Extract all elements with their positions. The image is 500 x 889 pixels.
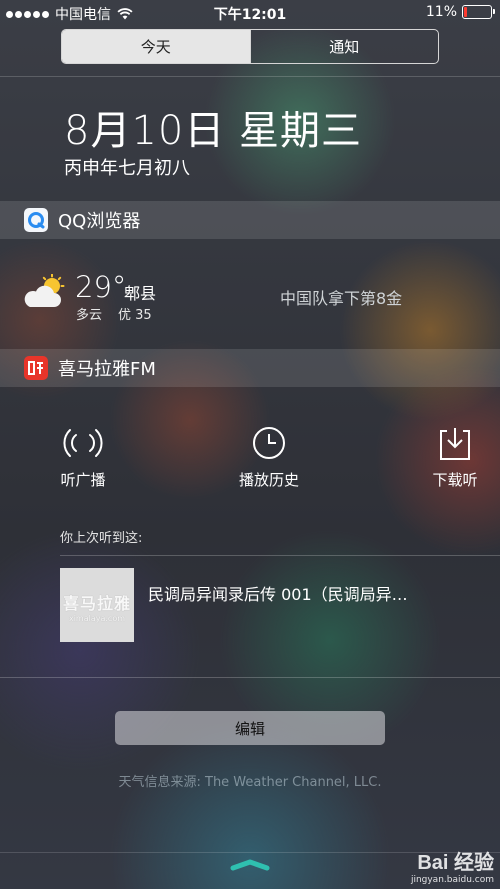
cover-url-text: ximalaya.com [68, 614, 126, 623]
city-name: 郫县 [124, 284, 157, 303]
status-bar: 中国电信 下午12:01 11% [0, 0, 500, 26]
weather-source-text: 天气信息来源: The Weather Channel, LLC. [118, 775, 382, 790]
download-button[interactable]: 下载听 [400, 425, 500, 490]
chevron-up-icon[interactable] [229, 858, 271, 872]
weather-condition: 多云 [76, 308, 103, 323]
divider [0, 677, 500, 678]
widget-title: QQ浏览器 [58, 211, 141, 232]
download-icon [440, 428, 470, 460]
broadcast-label: 听广播 [60, 471, 106, 489]
partly-cloudy-icon [24, 274, 65, 307]
ximalaya-icon [24, 356, 48, 380]
play-history-label: 播放历史 [238, 471, 299, 489]
baidu-jingyan-watermark: Bai 经验 jingyan.baidu.com [411, 846, 494, 885]
battery-level [464, 7, 467, 17]
qq-browser-widget-header[interactable]: QQ浏览器 [0, 201, 500, 239]
battery-icon [462, 5, 495, 19]
divider [0, 76, 500, 77]
today-notifications-tabs: 今天 通知 [61, 29, 439, 64]
qq-browser-icon [24, 208, 48, 232]
news-headline[interactable]: 中国队拿下第8金 [280, 285, 402, 309]
tab-today[interactable]: 今天 [62, 30, 250, 63]
play-history-button[interactable]: 播放历史 [214, 425, 324, 490]
tab-notifications[interactable]: 通知 [249, 30, 439, 63]
battery-percent: 11% [425, 4, 457, 20]
broadcast-button[interactable]: 听广播 [28, 425, 138, 490]
date-heading: 8月10日 星期三 [64, 108, 363, 154]
watermark-logo: Bai 经验 [417, 852, 494, 874]
cover-brand-text: 喜马拉雅 [62, 594, 131, 613]
watermark-url: jingyan.baidu.com [410, 875, 494, 885]
track-cover-image[interactable]: 喜马拉雅 ximalaya.com [60, 568, 134, 642]
widget-title: 喜马拉雅FM [58, 359, 156, 380]
lunar-date: 丙申年七月初八 [64, 158, 190, 179]
clock-icon [253, 427, 285, 459]
ximalaya-widget-header[interactable]: 喜马拉雅FM [0, 349, 500, 387]
air-quality: 优 35 [118, 308, 152, 323]
last-listened-label: 你上次听到这: [60, 531, 143, 546]
edit-button[interactable]: 编辑 [115, 711, 385, 745]
temperature: 29° [75, 270, 127, 304]
broadcast-icon [63, 429, 103, 457]
download-label: 下载听 [432, 471, 478, 489]
weather-widget[interactable]: 29° 郫县 多云 优 35 中国队拿下第8金 [0, 250, 500, 342]
last-track-title[interactable]: 民调局异闻录后传 001（民调局异… [148, 581, 440, 605]
divider [60, 555, 500, 556]
